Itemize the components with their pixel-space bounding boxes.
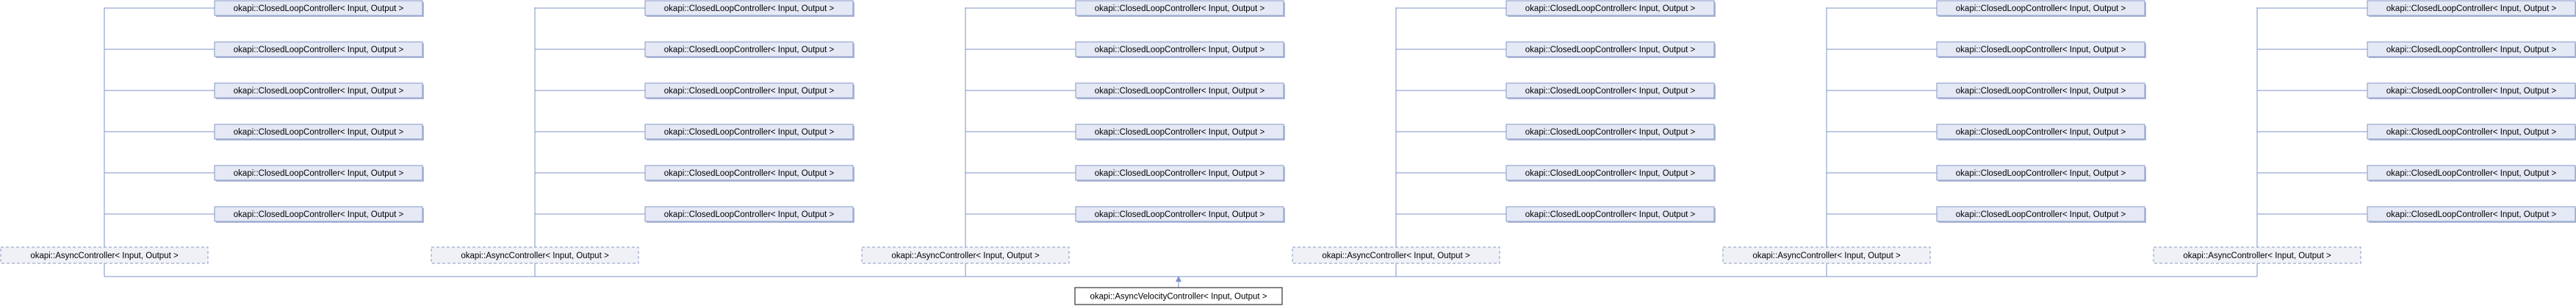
closed-loop-controller-label: okapi::ClosedLoopController< Input, Outp… (664, 128, 835, 137)
closed-loop-controller-label: okapi::ClosedLoopController< Input, Outp… (234, 210, 404, 219)
closed-loop-controller-label: okapi::ClosedLoopController< Input, Outp… (1525, 87, 1696, 96)
closed-loop-controller-label: okapi::ClosedLoopController< Input, Outp… (664, 169, 835, 178)
closed-loop-controller-label: okapi::ClosedLoopController< Input, Outp… (1095, 46, 1265, 54)
closed-loop-controller-label: okapi::ClosedLoopController< Input, Outp… (2386, 210, 2557, 219)
async-controller-label: okapi::AsyncController< Input, Output > (2183, 252, 2331, 260)
async-controller-label: okapi::AsyncController< Input, Output > (1322, 252, 1470, 260)
closed-loop-controller-label: okapi::ClosedLoopController< Input, Outp… (1956, 169, 2126, 178)
closed-loop-controller-label: okapi::ClosedLoopController< Input, Outp… (1525, 210, 1696, 219)
closed-loop-controller-label: okapi::ClosedLoopController< Input, Outp… (2386, 169, 2557, 178)
nodes-layer: okapi::ClosedLoopController< Input, Outp… (0, 0, 2576, 305)
closed-loop-controller-label: okapi::ClosedLoopController< Input, Outp… (664, 210, 835, 219)
closed-loop-controller-label: okapi::ClosedLoopController< Input, Outp… (664, 4, 835, 13)
closed-loop-controller-label: okapi::ClosedLoopController< Input, Outp… (1525, 46, 1696, 54)
closed-loop-controller-label: okapi::ClosedLoopController< Input, Outp… (1095, 210, 1265, 219)
closed-loop-controller-label: okapi::ClosedLoopController< Input, Outp… (2386, 87, 2557, 96)
closed-loop-controller-label: okapi::ClosedLoopController< Input, Outp… (664, 46, 835, 54)
async-controller-label: okapi::AsyncController< Input, Output > (461, 252, 609, 260)
async-controller-label: okapi::AsyncController< Input, Output > (30, 252, 179, 260)
closed-loop-controller-label: okapi::ClosedLoopController< Input, Outp… (234, 4, 404, 13)
closed-loop-controller-label: okapi::ClosedLoopController< Input, Outp… (2386, 128, 2557, 137)
closed-loop-controller-label: okapi::ClosedLoopController< Input, Outp… (234, 87, 404, 96)
closed-loop-controller-label: okapi::ClosedLoopController< Input, Outp… (1956, 128, 2126, 137)
closed-loop-controller-label: okapi::ClosedLoopController< Input, Outp… (234, 128, 404, 137)
closed-loop-controller-label: okapi::ClosedLoopController< Input, Outp… (2386, 4, 2557, 13)
closed-loop-controller-label: okapi::ClosedLoopController< Input, Outp… (1095, 128, 1265, 137)
async-controller-label: okapi::AsyncController< Input, Output > (1752, 252, 1901, 260)
closed-loop-controller-label: okapi::ClosedLoopController< Input, Outp… (234, 169, 404, 178)
async-controller-label: okapi::AsyncController< Input, Output > (891, 252, 1040, 260)
closed-loop-controller-label: okapi::ClosedLoopController< Input, Outp… (1956, 4, 2126, 13)
closed-loop-controller-label: okapi::ClosedLoopController< Input, Outp… (1095, 4, 1265, 13)
closed-loop-controller-label: okapi::ClosedLoopController< Input, Outp… (1956, 210, 2126, 219)
closed-loop-controller-label: okapi::ClosedLoopController< Input, Outp… (1525, 4, 1696, 13)
inheritance-diagram: okapi::ClosedLoopController< Input, Outp… (0, 0, 2576, 305)
closed-loop-controller-label: okapi::ClosedLoopController< Input, Outp… (234, 46, 404, 54)
closed-loop-controller-label: okapi::ClosedLoopController< Input, Outp… (2386, 46, 2557, 54)
closed-loop-controller-label: okapi::ClosedLoopController< Input, Outp… (1956, 87, 2126, 96)
closed-loop-controller-label: okapi::ClosedLoopController< Input, Outp… (664, 87, 835, 96)
closed-loop-controller-label: okapi::ClosedLoopController< Input, Outp… (1956, 46, 2126, 54)
closed-loop-controller-label: okapi::ClosedLoopController< Input, Outp… (1525, 128, 1696, 137)
async-velocity-controller-label: okapi::AsyncVelocityController< Input, O… (1090, 293, 1267, 302)
closed-loop-controller-label: okapi::ClosedLoopController< Input, Outp… (1525, 169, 1696, 178)
closed-loop-controller-label: okapi::ClosedLoopController< Input, Outp… (1095, 169, 1265, 178)
closed-loop-controller-label: okapi::ClosedLoopController< Input, Outp… (1095, 87, 1265, 96)
